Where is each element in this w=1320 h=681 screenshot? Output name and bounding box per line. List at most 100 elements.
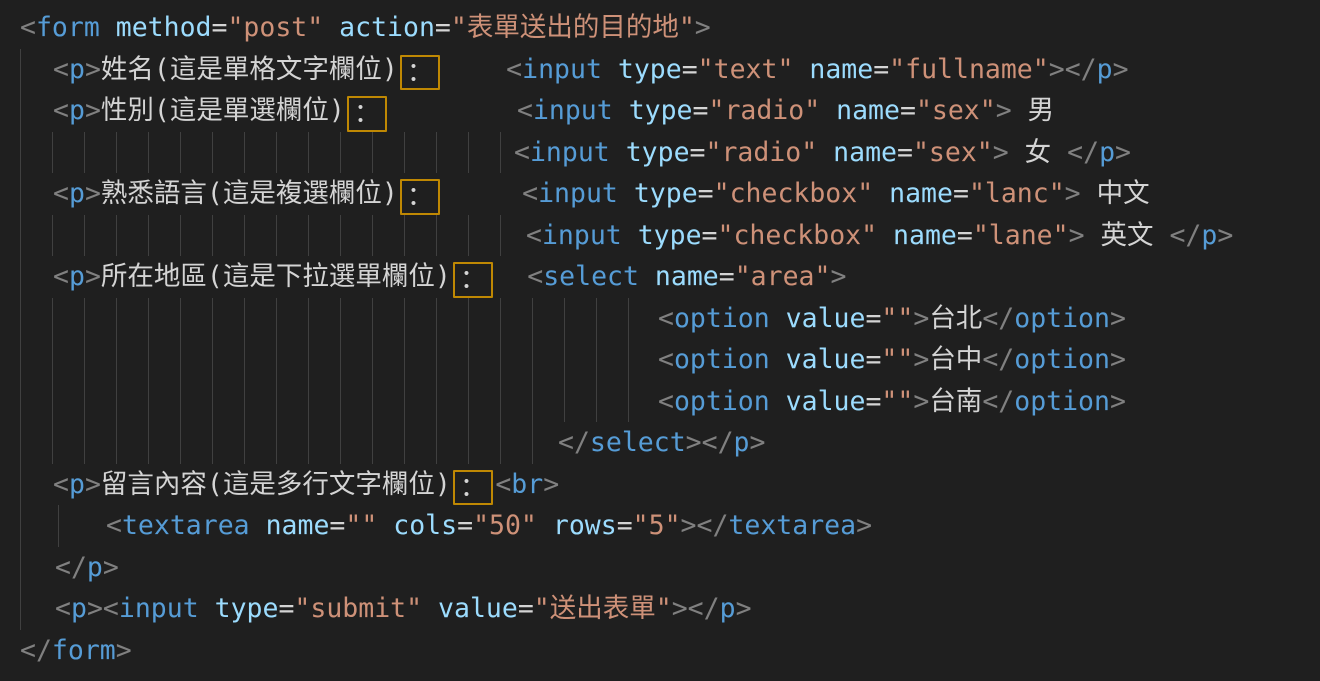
code-editor[interactable]: <form method="post" action="表單送出的目的地"><p… [0,0,1320,681]
indent-guide [116,298,117,340]
code-token-punctuation: > [1113,54,1129,85]
code-token-text [622,220,638,251]
indent-guide [500,381,501,423]
code-token-tag: option [1014,344,1110,375]
code-line[interactable]: <input type="checkbox" name="lane"> 英文 <… [0,215,1320,257]
code-token-string: "area" [735,261,831,292]
indent-guide [372,381,373,423]
code-line[interactable]: <option value="">台北</option> [0,298,1320,340]
code-token-punctuation: > [1110,386,1126,417]
code-text: <p>性別(這是單選欄位)： <input type="radio" name=… [53,90,1054,132]
indent-guide [20,547,21,589]
code-line[interactable]: <textarea name="" cols="50" rows="5"></t… [0,505,1320,547]
code-line[interactable]: </select></p> [0,422,1320,464]
indent-guide [148,381,149,423]
code-token-tag: textarea [122,510,250,541]
indent-guide [116,215,117,257]
code-token-punctuation: > [1065,178,1081,209]
indent-guide [468,298,469,340]
indent-guide [244,422,245,464]
code-token-operator: = [682,54,698,85]
code-token-punctuation: < [514,137,530,168]
code-token-punctuation: < [53,95,69,126]
code-token-punctuation: > [87,593,103,624]
code-line[interactable]: <option value="">台南</option> [0,381,1320,423]
code-token-tag: input [538,178,618,209]
code-token-attribute: action [339,12,435,43]
indent-guide [148,132,149,174]
code-token-attribute: value [786,386,866,417]
code-line[interactable]: <p>性別(這是單選欄位)： <input type="radio" name=… [0,90,1320,132]
indent-guide [468,132,469,174]
indent-guide [308,215,309,257]
code-token-text [770,344,786,375]
code-line[interactable]: <p>所在地區(這是下拉選單欄位)： <select name="area"> [0,256,1320,298]
code-token-tag: textarea [728,510,856,541]
indent-guide [276,215,277,257]
code-token-text: 台南 [929,386,982,417]
indent-guide [404,381,405,423]
code-token-string: "submit" [294,593,422,624]
code-line[interactable]: <input type="radio" name="sex"> 女 </p> [0,132,1320,174]
code-token-tag: option [1014,386,1110,417]
indent-guide [52,298,53,340]
code-token-tag: select [543,261,639,292]
indent-guide [436,215,437,257]
code-token-text [602,54,618,85]
indent-guide [116,132,117,174]
unicode-highlight-box: ： [453,470,494,506]
indent-guide [52,215,53,257]
indent-guide [500,298,501,340]
indent-guide [20,505,21,547]
code-line[interactable]: <option value="">台中</option> [0,339,1320,381]
code-token-string: "" [345,510,377,541]
code-line[interactable]: <p>留言內容(這是多行文字欄位)：<br> [0,464,1320,506]
code-token-text [422,593,438,624]
code-token-punctuation: > [1115,137,1131,168]
code-token-operator: = [693,95,709,126]
code-token-punctuation: < [658,344,674,375]
code-token-text [442,54,506,85]
indent-guide [148,298,149,340]
code-token-punctuation: < [106,510,122,541]
code-token-operator: = [457,510,473,541]
unicode-highlight-box: ： [347,96,388,132]
code-text: </select></p> [558,422,765,464]
code-line[interactable]: <p><input type="submit" value="送出表單"></p… [0,588,1320,630]
indent-guide [564,381,565,423]
code-line[interactable]: <p>姓名(這是單格文字欄位)： <input type="text" name… [0,49,1320,91]
indent-guide [276,381,277,423]
code-token-operator: = [698,178,714,209]
code-line[interactable]: <p>熟悉語言(這是複選欄位)： <input type="checkbox" … [0,173,1320,215]
code-token-punctuation: < [495,469,511,500]
code-token-attribute: type [638,220,702,251]
indent-guide [564,339,565,381]
indent-guide [372,132,373,174]
indent-guide [500,132,501,174]
indent-guide [84,215,85,257]
code-token-text [770,386,786,417]
code-line[interactable]: <form method="post" action="表單送出的目的地"> [0,7,1320,49]
code-text: <p>熟悉語言(這是複選欄位)： <input type="checkbox" … [53,173,1150,215]
indent-guide [564,298,565,340]
code-token-text [793,54,809,85]
code-token-punctuation: > [672,593,688,624]
code-token-operator: = [435,12,451,43]
indent-guide [596,381,597,423]
code-line[interactable]: </form> [0,630,1320,672]
code-token-punctuation: > [913,344,929,375]
code-token-text [495,261,527,292]
code-line[interactable]: </p> [0,547,1320,589]
indent-guide [468,339,469,381]
code-token-text: 中文 [1081,178,1150,209]
code-token-attribute: rows [553,510,617,541]
code-text: <input type="checkbox" name="lane"> 英文 <… [526,215,1233,257]
code-token-punctuation: > [996,95,1012,126]
code-token-text [770,303,786,334]
code-token-text [389,95,517,126]
code-token-punctuation: > [116,635,132,666]
code-token-punctuation: < [506,54,522,85]
code-text: <p>留言內容(這是多行文字欄位)：<br> [53,464,559,506]
code-token-string: "sex" [916,95,996,126]
indent-guide [52,132,53,174]
